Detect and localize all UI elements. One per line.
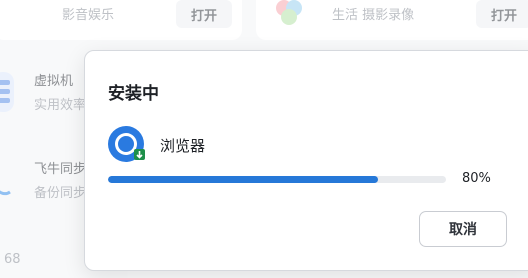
chromium-browser-icon	[107, 124, 147, 164]
sync-icon	[0, 164, 16, 202]
install-progress-bar	[108, 176, 446, 183]
virtual-machine-icon	[0, 72, 14, 112]
progress-fill	[108, 176, 379, 183]
photo-app-icon	[270, 0, 308, 34]
open-button[interactable]: 打开	[476, 0, 528, 28]
progress-percent: 80%	[462, 171, 491, 186]
install-dialog: 安装中 浏览器 80% 取消	[84, 50, 528, 271]
app-category: 备份同步	[34, 186, 87, 201]
app-card: 生活 摄影录像 打开	[256, 0, 528, 40]
app-title: 飞牛同步	[34, 162, 87, 177]
dialog-title: 安装中	[108, 84, 159, 104]
app-title: 虚拟机	[34, 74, 74, 89]
package-name: 浏览器	[160, 137, 206, 155]
open-button[interactable]: 打开	[176, 0, 232, 28]
app-card: 影音娱乐 打开	[0, 0, 242, 40]
app-category: 生活 摄影录像	[332, 8, 415, 23]
cancel-button[interactable]: 取消	[419, 211, 507, 247]
page-number: 68	[4, 252, 21, 267]
app-category: 影音娱乐	[62, 8, 115, 23]
app-category: 实用效率	[34, 98, 87, 113]
